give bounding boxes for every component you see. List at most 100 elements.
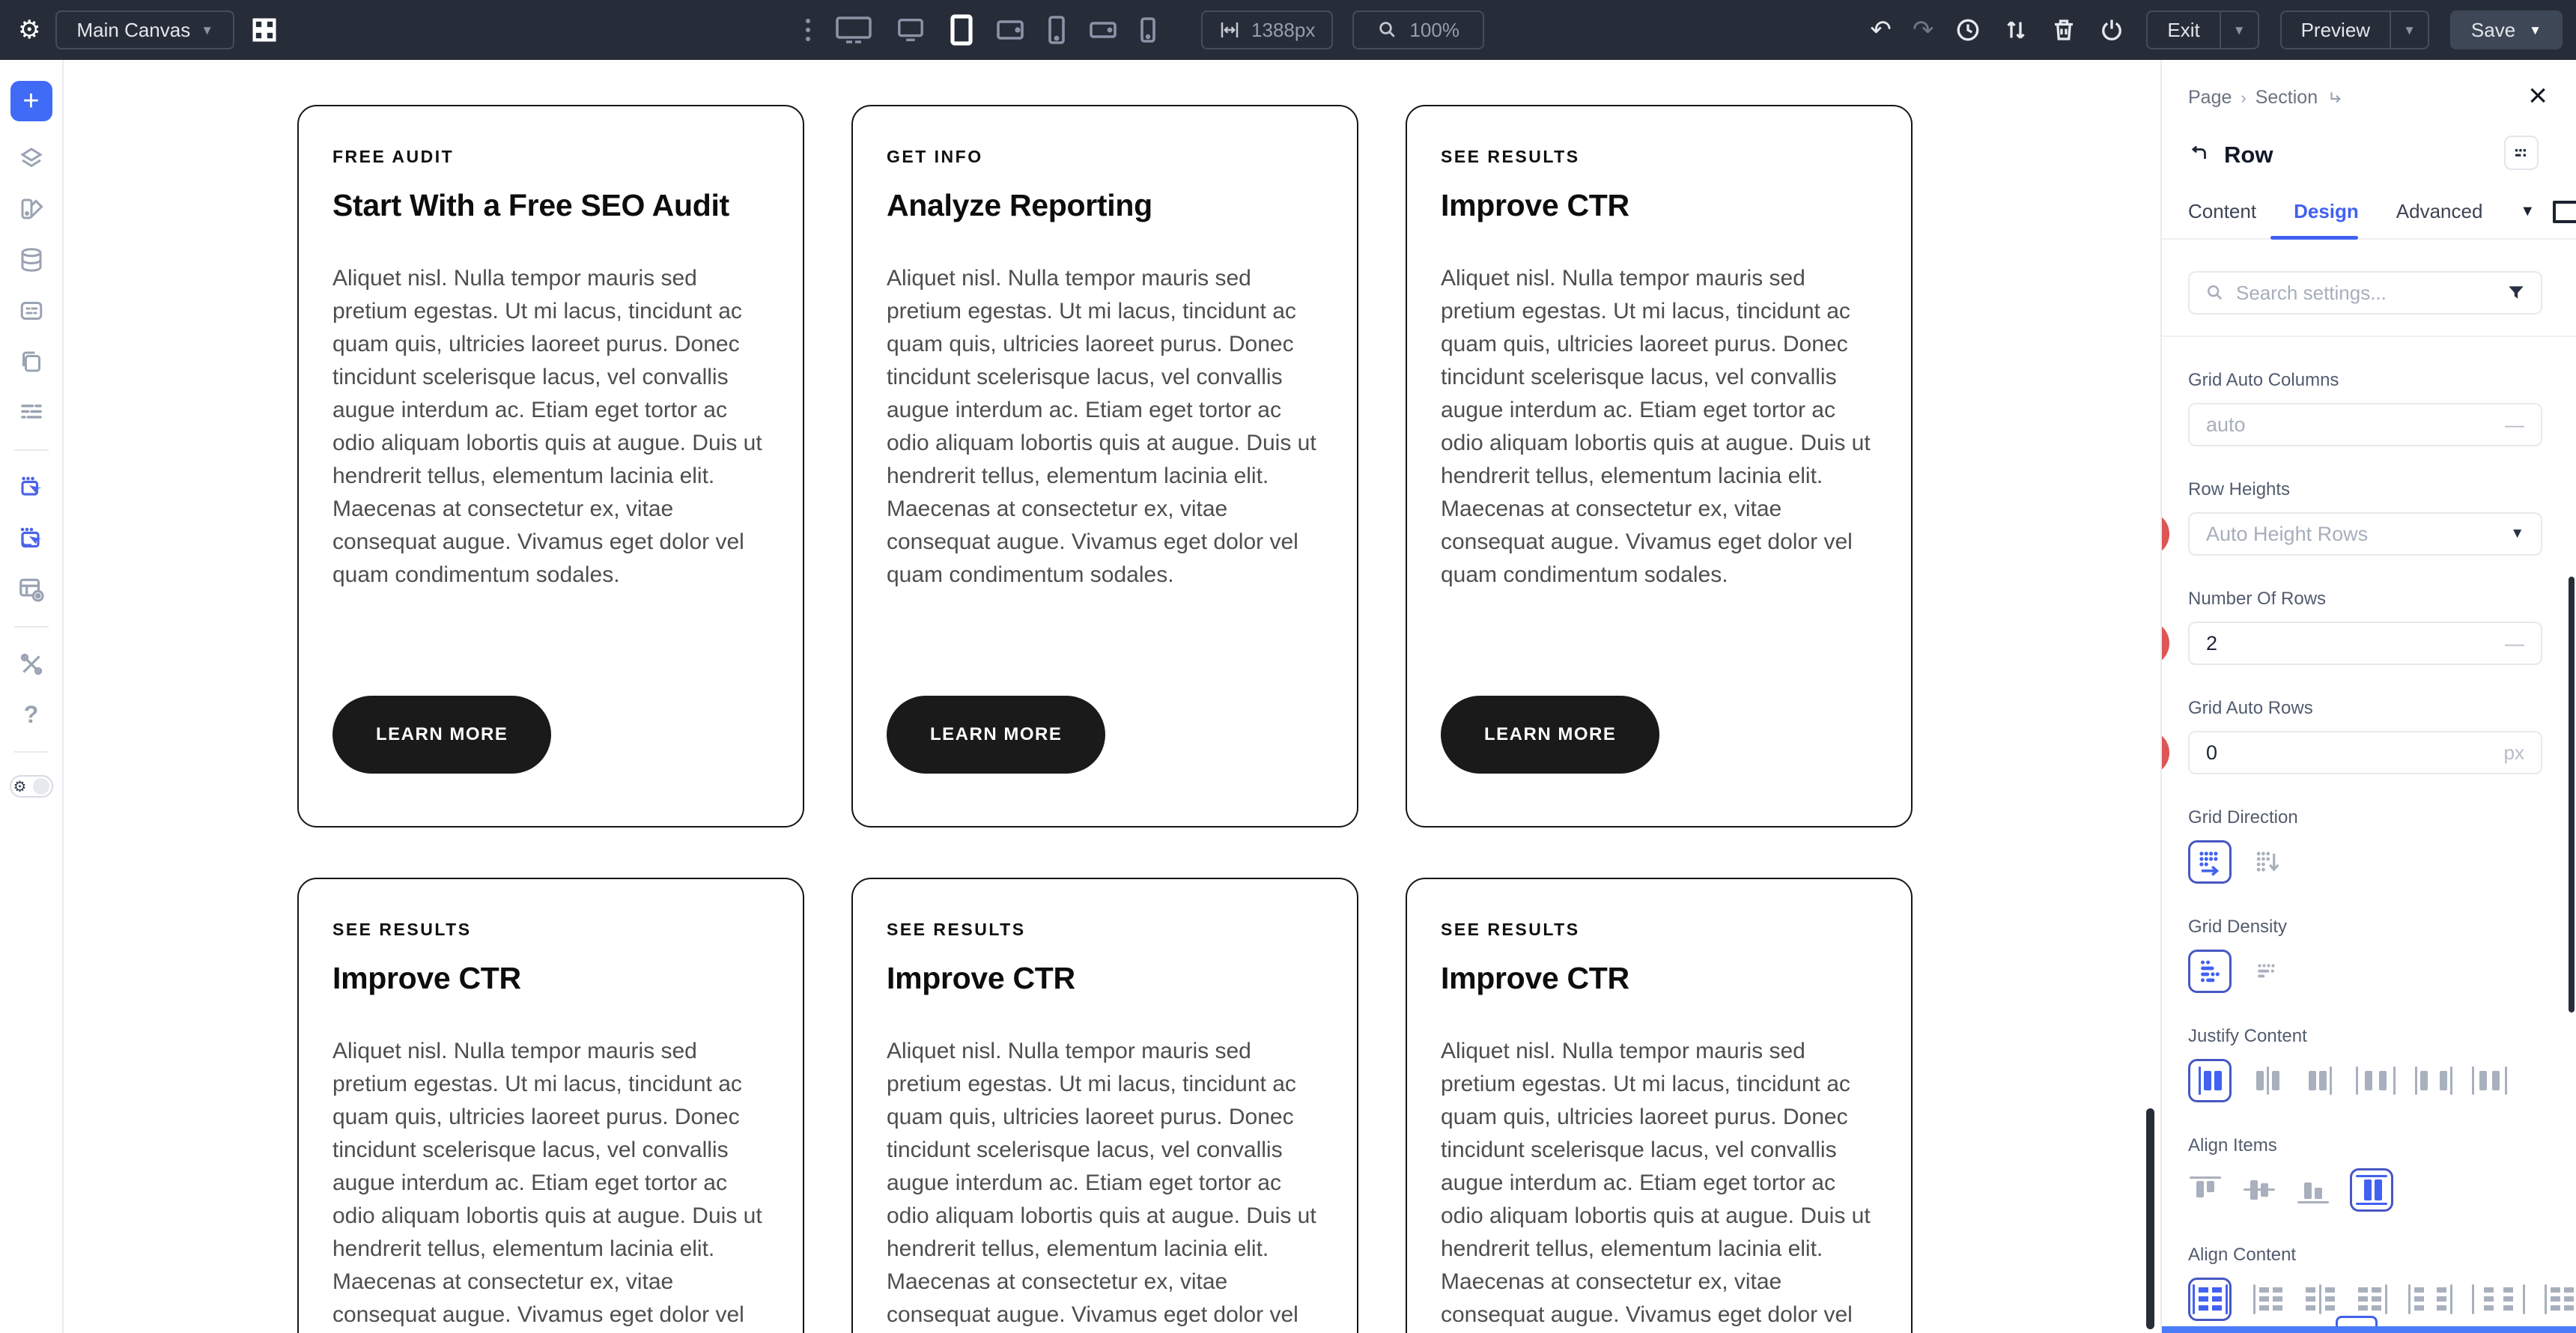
card-see-results[interactable]: SEE RESULTS Improve CTR Aliquet nisl. Nu…: [851, 878, 1358, 1333]
align-items-stretch-button[interactable]: [2350, 1168, 2393, 1212]
align-stretch-icon: [2354, 1173, 2389, 1206]
more-options-icon[interactable]: [806, 19, 810, 41]
search-settings-input[interactable]: Search settings...: [2188, 271, 2542, 315]
align-content-between-button[interactable]: [2408, 1278, 2452, 1321]
tools-icon[interactable]: [17, 650, 46, 678]
align-content-around-button[interactable]: [2472, 1278, 2525, 1321]
grid-direction-column-button[interactable]: [2251, 840, 2284, 884]
justify-content-around-button[interactable]: [2356, 1059, 2396, 1102]
sort-icon[interactable]: [2002, 16, 2029, 43]
components-panel-icon[interactable]: [17, 297, 46, 325]
justify-content-end-button[interactable]: [2303, 1059, 2336, 1102]
grid-density-sparse-button[interactable]: [2188, 950, 2232, 993]
exit-dropdown[interactable]: ▼: [2220, 12, 2258, 48]
frame-outline-icon[interactable]: [2553, 201, 2576, 223]
justify-between-icon: [2415, 1066, 2452, 1095]
device-tablet-landscape-icon[interactable]: [995, 17, 1025, 43]
gear-icon[interactable]: ⚙: [18, 17, 40, 43]
group-label: Grid Density: [2188, 917, 2542, 938]
filter-icon[interactable]: [2506, 283, 2526, 303]
tab-advanced[interactable]: Advanced: [2396, 200, 2483, 223]
group-label: Justify Content: [2188, 1026, 2542, 1047]
justify-content-between-button[interactable]: [2415, 1059, 2452, 1102]
preview-dropdown[interactable]: ▼: [2390, 12, 2428, 48]
device-phone-landscape-icon[interactable]: [1088, 19, 1118, 41]
unit-dash[interactable]: —: [2505, 413, 2524, 437]
save-dropdown-icon[interactable]: ▼: [2529, 24, 2542, 37]
card-see-results[interactable]: SEE RESULTS Improve CTR Aliquet nisl. Nu…: [297, 878, 804, 1333]
align-content-start-button[interactable]: [2188, 1278, 2232, 1321]
copy-pages-icon[interactable]: [17, 347, 46, 376]
card-see-results[interactable]: SEE RESULTS Improve CTR Aliquet nisl. Nu…: [1406, 105, 1913, 828]
settings-toggle[interactable]: ⚙: [10, 775, 53, 798]
canvas-selector[interactable]: Main Canvas ▼: [55, 10, 234, 49]
device-desktop-icon[interactable]: [834, 15, 873, 45]
help-icon[interactable]: ?: [24, 701, 39, 729]
undo-icon[interactable]: ↶: [1870, 17, 1892, 43]
device-laptop-icon[interactable]: [893, 16, 928, 44]
panel-scrollbar[interactable]: [2569, 577, 2575, 1012]
tab-content[interactable]: Content: [2188, 200, 2256, 223]
preview-button[interactable]: Preview ▼: [2280, 10, 2429, 49]
canvas-scrollbar[interactable]: [2146, 1108, 2154, 1329]
align-content-2-button[interactable]: [2251, 1278, 2284, 1321]
power-icon[interactable]: [2098, 16, 2125, 43]
align-content-4-button[interactable]: [2356, 1278, 2389, 1321]
learn-more-button[interactable]: LEARN MORE: [887, 696, 1105, 774]
list-rows-icon[interactable]: [17, 398, 46, 427]
layout-preview-icon[interactable]: [17, 575, 46, 604]
exit-button[interactable]: Exit ▼: [2146, 10, 2258, 49]
breadcrumb-section[interactable]: Section: [2255, 87, 2318, 109]
align-content-evenly-button[interactable]: [2545, 1278, 2576, 1321]
selector-states-icon[interactable]: [17, 524, 46, 553]
field-label: Grid Auto Rows: [2188, 698, 2542, 719]
trash-icon[interactable]: [2050, 16, 2077, 43]
canvas-width-input[interactable]: 1388px: [1201, 10, 1333, 49]
back-arrow-icon[interactable]: [2188, 144, 2211, 166]
card-free-audit[interactable]: FREE AUDIT Start With a Free SEO Audit A…: [297, 105, 804, 828]
database-icon[interactable]: [17, 246, 46, 274]
card-body: Aliquet nisl. Nulla tempor mauris sed pr…: [332, 262, 769, 592]
justify-center-icon: [2256, 1066, 2279, 1095]
layers-icon[interactable]: [17, 144, 46, 172]
unit-label[interactable]: px: [2504, 741, 2524, 765]
search-placeholder: Search settings...: [2236, 282, 2387, 305]
grid-auto-rows-input[interactable]: 3 0 px: [2188, 731, 2542, 774]
redo-icon[interactable]: ↷: [1913, 17, 1934, 43]
learn-more-button[interactable]: LEARN MORE: [1441, 696, 1659, 774]
card-see-results[interactable]: SEE RESULTS Improve CTR Aliquet nisl. Nu…: [1406, 878, 1913, 1333]
align-items-center-button[interactable]: [2242, 1168, 2276, 1212]
grid-direction-row-button[interactable]: [2188, 840, 2232, 884]
align-items-start-button[interactable]: [2188, 1168, 2223, 1212]
breadcrumb-page[interactable]: Page: [2188, 87, 2232, 109]
row-heights-select[interactable]: 1 Auto Height Rows ▼: [2188, 512, 2542, 556]
close-icon[interactable]: ×: [2528, 79, 2548, 112]
justify-content-start-button[interactable]: [2188, 1059, 2232, 1102]
number-of-rows-input[interactable]: 2 2 —: [2188, 622, 2542, 665]
align-items-end-button[interactable]: [2296, 1168, 2330, 1212]
grid-auto-columns-input[interactable]: auto —: [2188, 403, 2542, 446]
editor-canvas[interactable]: FREE AUDIT Start With a Free SEO Audit A…: [64, 60, 2160, 1333]
justify-content-center-button[interactable]: [2251, 1059, 2284, 1102]
grid-density-dense-button[interactable]: [2251, 950, 2284, 993]
history-icon[interactable]: [1954, 16, 1981, 43]
grid-view-icon[interactable]: [249, 15, 279, 45]
canvas-zoom-input[interactable]: 100%: [1352, 10, 1484, 49]
save-button[interactable]: Save ▼: [2450, 10, 2563, 49]
interactions-icon[interactable]: [17, 473, 46, 502]
device-phone-small-icon[interactable]: [1138, 16, 1158, 44]
device-tablet-icon[interactable]: [948, 13, 975, 46]
field-value: Auto Height Rows: [2206, 523, 2368, 546]
unit-dash[interactable]: —: [2505, 632, 2524, 655]
device-phone-icon[interactable]: [1045, 14, 1068, 46]
justify-start-icon: [2199, 1066, 2222, 1095]
justify-content-evenly-button[interactable]: [2472, 1059, 2507, 1102]
learn-more-button[interactable]: LEARN MORE: [332, 696, 551, 774]
add-block-button[interactable]: +: [10, 81, 52, 121]
align-content-3-button[interactable]: [2303, 1278, 2336, 1321]
row-handle-icon[interactable]: [2504, 136, 2539, 170]
tab-design[interactable]: Design: [2294, 200, 2359, 223]
chevron-down-icon[interactable]: ▼: [2520, 203, 2535, 220]
card-get-info[interactable]: GET INFO Analyze Reporting Aliquet nisl.…: [851, 105, 1358, 828]
design-swatches-icon[interactable]: [17, 195, 46, 223]
